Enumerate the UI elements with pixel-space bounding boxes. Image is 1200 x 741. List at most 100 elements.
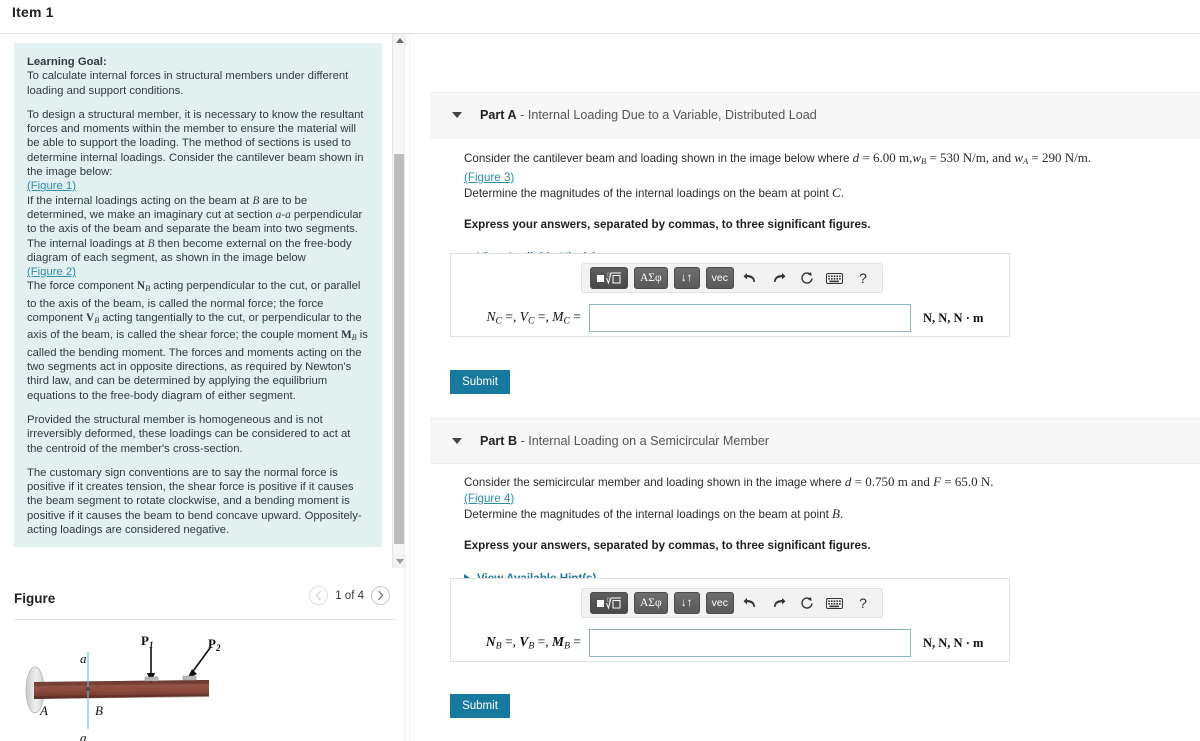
caret-down-icon-a[interactable]: [452, 112, 462, 118]
keyboard-icon-a[interactable]: [824, 267, 846, 289]
part-a-figure-link-row: (Figure 3): [464, 170, 1200, 185]
figure-1-link[interactable]: (Figure 1): [27, 180, 76, 192]
template-radical-button-a[interactable]: ▯: [590, 267, 628, 289]
updown-arrows-button-b[interactable]: ↓↑: [673, 592, 700, 614]
chevron-left-icon: [315, 590, 322, 601]
part-b-answer-row: NB =, VB =, MB = N, N, N · m: [451, 625, 1011, 661]
part-a-question: Consider the cantilever beam and loading…: [464, 150, 1200, 169]
vector-button-b[interactable]: vec: [705, 592, 734, 614]
redo-arrow-icon-b: [774, 597, 786, 607]
part-b-figure-link-row: (Figure 4): [464, 491, 1200, 506]
circular-reset-icon-b: [801, 597, 813, 609]
column-separator: [404, 34, 405, 741]
part-b-answer-input[interactable]: [589, 629, 911, 657]
redo-icon-a[interactable]: [768, 267, 790, 289]
learning-goal-block: Learning Goal: To calculate internal for…: [27, 55, 369, 98]
pa-val-wB: = 530 N/m, and: [926, 150, 1015, 165]
figure2-link-row: (Figure 2): [27, 265, 369, 279]
label-a-bottom: a: [80, 730, 87, 741]
symbol-N: N: [136, 280, 146, 293]
pa-point-C: C: [832, 185, 841, 201]
part-b-header[interactable]: Part B - Internal Loading on a Semicircu…: [430, 418, 1200, 464]
part-b-determine: Determine the magnitudes of the internal…: [464, 506, 1200, 522]
symbol-aa: a-a: [275, 208, 291, 221]
chevron-right-icon: [378, 590, 384, 601]
radical-template-icon: ▯: [597, 272, 621, 285]
triangle-up-icon: [395, 38, 404, 43]
part-b-label: Part B: [480, 434, 518, 448]
onscreen-keyboard-icon: [826, 272, 844, 284]
part-a-submit-button[interactable]: Submit: [450, 370, 510, 394]
paragraph-homogeneous: Provided the structural member is homoge…: [27, 413, 351, 455]
redo-arrow-icon: [774, 272, 786, 282]
pa-sym-wB: w: [912, 150, 921, 165]
para2-text: To design a structural member, it is nec…: [27, 108, 364, 179]
reset-icon-a[interactable]: [796, 267, 818, 289]
pb-q-pre: Consider the semicircular member and loa…: [464, 476, 845, 489]
part-a-determine: Determine the magnitudes of the internal…: [464, 185, 1200, 201]
para2b-pre: If the internal loadings acting on the b…: [27, 194, 253, 207]
help-icon-a[interactable]: ?: [852, 267, 874, 289]
part-b-answer-label: NB =, VB =, MB =: [485, 634, 581, 652]
help-icon-b[interactable]: ?: [852, 592, 874, 614]
figure-next-button[interactable]: [371, 586, 390, 605]
greek-symbols-button-a[interactable]: ΑΣφ: [634, 267, 668, 289]
vector-button-a[interactable]: vec: [705, 267, 734, 289]
part-b-submit-button[interactable]: Submit: [450, 694, 510, 718]
pa-sym-wA: w: [1014, 150, 1023, 165]
paragraph-force-components: The force component NB acting perpendicu…: [27, 279, 369, 402]
figure-3-link[interactable]: (Figure 3): [464, 171, 514, 184]
part-a-answer-input[interactable]: [589, 304, 911, 332]
caret-down-icon-b[interactable]: [452, 438, 462, 444]
triangle-down-icon: [395, 559, 404, 564]
redo-icon-b[interactable]: [768, 592, 790, 614]
undo-arrow-icon: [743, 272, 756, 282]
point-B-marker: [86, 687, 90, 691]
updown-arrows-button-a[interactable]: ↓↑: [673, 267, 700, 289]
part-a-answer-label: NC =, VC =, MC =: [486, 309, 581, 327]
part-b-math-toolbar: ▯ ΑΣφ ↓↑ vec ?: [581, 588, 883, 618]
figure-diagram[interactable]: a a B A P1 P2: [14, 624, 396, 741]
figure-prev-button[interactable]: [309, 586, 329, 605]
circular-reset-icon: [801, 272, 813, 284]
figure-4-link[interactable]: (Figure 4): [464, 492, 514, 505]
part-b-answer-box: ▯ ΑΣφ ↓↑ vec ? NB =, VB =, MB = N, N, N …: [450, 578, 1010, 662]
learning-goal-text: To calculate internal forces in structur…: [27, 70, 349, 97]
undo-icon-a[interactable]: [740, 267, 762, 289]
pa-determine-end: .: [840, 187, 844, 201]
right-column: Part A - Internal Loading Due to a Varia…: [410, 34, 1200, 741]
pb-determine-end: .: [839, 508, 844, 521]
label-P1: P1: [141, 633, 153, 650]
part-a-header[interactable]: Part A - Internal Loading Due to a Varia…: [430, 92, 1200, 138]
undo-icon-b[interactable]: [740, 592, 762, 614]
figure-2-link[interactable]: (Figure 2): [27, 266, 76, 278]
part-a-express-note: Express your answers, separated by comma…: [464, 218, 871, 232]
reset-icon-b[interactable]: [796, 592, 818, 614]
problem-statement-panel: Learning Goal: To calculate internal for…: [14, 43, 382, 547]
label-P2: P2: [208, 636, 221, 653]
figure1-link-row: (Figure 1): [27, 179, 369, 193]
template-radical-button-b[interactable]: ▯: [590, 592, 628, 614]
part-b-units: N, N, N · m: [923, 635, 984, 650]
paragraph-method-of-sections: To design a structural member, it is nec…: [27, 108, 369, 179]
part-a-answer-row: NC =, VC =, MC = N, N, N · m: [451, 300, 1011, 336]
pb-determine-text: Determine the magnitudes of the internal…: [464, 508, 833, 521]
top-bar: Item 1: [0, 0, 1200, 33]
learning-goal-label: Learning Goal:: [27, 56, 107, 68]
pb-point-B: B: [832, 506, 840, 521]
figure-counter: 1 of 4: [335, 589, 364, 602]
cantilever-beam-svg: a a B A P1 P2: [25, 633, 221, 741]
para3-pre: The force component: [27, 280, 137, 293]
part-a-label: Part A: [480, 108, 517, 122]
part-a-math-toolbar: ▯ ΑΣφ ↓↑ vec ?: [581, 263, 883, 293]
label-B: B: [95, 703, 103, 718]
keyboard-icon-b[interactable]: [824, 592, 846, 614]
load-P1-pad: [144, 676, 159, 682]
left-column-inner: Learning Goal: To calculate internal for…: [0, 34, 406, 741]
part-a-title: Part A - Internal Loading Due to a Varia…: [480, 108, 817, 122]
label-a-top: a: [80, 651, 87, 666]
part-a-subtitle: - Internal Loading Due to a Variable, Di…: [520, 108, 817, 122]
greek-symbols-button-b[interactable]: ΑΣφ: [634, 592, 668, 614]
part-a-body: Consider the cantilever beam and loading…: [430, 150, 1200, 266]
pb-val-d: = 0.750 m and: [851, 474, 934, 489]
